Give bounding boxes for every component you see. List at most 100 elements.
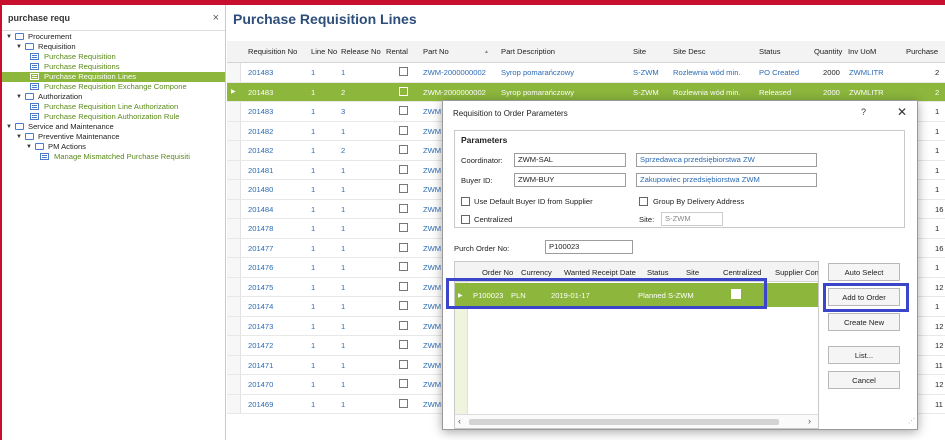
part-description-cell[interactable]: Syrop pomarańczowy	[501, 68, 574, 77]
part-no-cell[interactable]: ZWM	[423, 224, 441, 233]
line-no-cell[interactable]: 1	[311, 380, 315, 389]
requisition-no-cell[interactable]: 201472	[248, 341, 273, 350]
cancel-button[interactable]: Cancel	[828, 371, 900, 389]
requisition-no-cell[interactable]: 201470	[248, 380, 273, 389]
part-no-cell[interactable]: ZWM-2000000002	[423, 68, 486, 77]
rental-checkbox[interactable]	[399, 301, 408, 310]
rental-checkbox[interactable]	[399, 223, 408, 232]
requisition-no-cell[interactable]: 201475	[248, 283, 273, 292]
status-cell[interactable]: PO Created	[759, 68, 799, 77]
expand-arrow-icon[interactable]: ▼	[6, 122, 12, 132]
rental-checkbox[interactable]	[399, 106, 408, 115]
orders-column-centralized[interactable]: Centralized	[723, 268, 761, 277]
part-no-cell[interactable]: ZWM	[423, 380, 441, 389]
inv-uom-cell[interactable]: ZWMLITR	[849, 88, 884, 97]
part-no-cell[interactable]: ZWM	[423, 263, 441, 272]
release-no-cell[interactable]: 1	[341, 263, 345, 272]
scroll-thumb[interactable]	[469, 419, 779, 425]
release-no-cell[interactable]: 1	[341, 380, 345, 389]
release-no-cell[interactable]: 1	[341, 361, 345, 370]
column-header-quantity[interactable]: Quantity	[814, 47, 842, 56]
column-header-release-no[interactable]: Release No	[341, 47, 381, 56]
close-icon[interactable]: ✕	[897, 105, 907, 119]
requisition-no-cell[interactable]: 201483	[248, 107, 273, 116]
rental-checkbox[interactable]	[399, 320, 408, 330]
rental-checkbox[interactable]	[399, 184, 408, 193]
requisition-no-cell[interactable]: 201482	[248, 146, 273, 155]
tree-node[interactable]: ▼ Service and Maintenance	[2, 122, 225, 132]
site-cell[interactable]: S-ZWM	[633, 88, 659, 97]
sort-ascending-icon[interactable]: ▲	[484, 49, 489, 55]
release-no-cell[interactable]: 1	[341, 205, 345, 214]
tree-node[interactable]: ▼ Preventive Maintenance	[2, 132, 225, 142]
release-no-cell[interactable]: 3	[341, 107, 345, 116]
rental-checkbox[interactable]	[399, 164, 408, 174]
orders-column-site[interactable]: Site	[686, 268, 699, 277]
part-no-cell[interactable]: ZWM	[423, 127, 441, 136]
line-no-cell[interactable]: 1	[311, 263, 315, 272]
orders-column-supplier-contact[interactable]: Supplier Contac	[775, 268, 818, 277]
centralized-checkbox[interactable]	[461, 215, 470, 224]
line-no-cell[interactable]: 1	[311, 88, 315, 97]
tree-node[interactable]: Purchase Requisition Authorization Rule	[2, 112, 225, 122]
tree-node[interactable]: Manage Mismatched Purchase Requisiti	[2, 152, 225, 162]
navigator-search-query[interactable]: purchase requ	[8, 13, 213, 23]
buyer-description-field[interactable]: Zakupowiec przedsiębiorstwa ZWM	[636, 173, 817, 187]
orders-column-currency[interactable]: Currency	[521, 268, 552, 277]
rental-checkbox[interactable]	[399, 379, 408, 388]
line-no-cell[interactable]: 1	[311, 244, 315, 253]
column-header-rental[interactable]: Rental	[386, 47, 408, 56]
release-no-cell[interactable]: 1	[341, 185, 345, 194]
part-no-cell[interactable]: ZWM	[423, 244, 441, 253]
part-no-cell[interactable]: ZWM	[423, 205, 441, 214]
release-no-cell[interactable]: 1	[341, 341, 345, 350]
column-header-requisition-no[interactable]: Requisition No	[248, 47, 297, 56]
expand-arrow-icon[interactable]: ▼	[26, 142, 32, 152]
release-no-cell[interactable]: 1	[341, 68, 345, 77]
column-header-purchase[interactable]: Purchase	[906, 47, 938, 56]
line-no-cell[interactable]: 1	[311, 283, 315, 292]
release-no-cell[interactable]: 1	[341, 400, 345, 409]
group-by-delivery-checkbox[interactable]	[639, 197, 648, 206]
line-no-cell[interactable]: 1	[311, 185, 315, 194]
line-no-cell[interactable]: 1	[311, 107, 315, 116]
purch-order-field[interactable]: P100023	[545, 240, 633, 254]
rental-checkbox[interactable]	[399, 203, 408, 213]
column-header-part-description[interactable]: Part Description	[501, 47, 555, 56]
expand-arrow-icon[interactable]: ▼	[6, 32, 12, 42]
rental-checkbox[interactable]	[399, 359, 408, 369]
column-header-part-no[interactable]: Part No	[423, 47, 449, 56]
part-no-cell[interactable]: ZWM	[423, 166, 441, 175]
rental-checkbox[interactable]	[399, 340, 408, 349]
requisition-no-cell[interactable]: 201478	[248, 224, 273, 233]
column-header-inv-uom[interactable]: Inv UoM	[848, 47, 876, 56]
expand-arrow-icon[interactable]: ▼	[16, 42, 22, 52]
release-no-cell[interactable]: 1	[341, 283, 345, 292]
column-header-status[interactable]: Status	[759, 47, 781, 56]
rental-checkbox[interactable]	[399, 242, 408, 252]
part-no-cell[interactable]: ZWM	[423, 322, 441, 331]
part-no-cell[interactable]: ZWM	[423, 185, 441, 194]
requisition-no-cell[interactable]: 201469	[248, 400, 273, 409]
release-no-cell[interactable]: 1	[341, 302, 345, 311]
table-row[interactable]: 201483 1 1 ZWM-2000000002 Syrop pomarańczowy…	[227, 63, 945, 83]
tree-node[interactable]: Purchase Requisition Lines	[2, 72, 225, 82]
site-desc-cell[interactable]: Rozlewnia wód min.	[673, 68, 741, 77]
part-no-cell[interactable]: ZWM	[423, 302, 441, 311]
release-no-cell[interactable]: 1	[341, 166, 345, 175]
orders-column-wanted-receipt-date[interactable]: Wanted Receipt Date	[564, 268, 636, 277]
scroll-right-icon[interactable]: ›	[808, 416, 811, 426]
requisition-no-cell[interactable]: 201474	[248, 302, 273, 311]
part-no-cell[interactable]: ZWM	[423, 361, 441, 370]
list-button[interactable]: List...	[828, 346, 900, 364]
part-no-cell[interactable]: ZWM	[423, 283, 441, 292]
requisition-no-cell[interactable]: 201477	[248, 244, 273, 253]
tree-node[interactable]: Purchase Requisitions	[2, 62, 225, 72]
line-no-cell[interactable]: 1	[311, 166, 315, 175]
create-new-button[interactable]: Create New	[828, 313, 900, 331]
use-default-buyer-checkbox[interactable]	[461, 197, 470, 206]
tree-node[interactable]: Purchase Requisition	[2, 52, 225, 62]
requisition-no-cell[interactable]: 201476	[248, 263, 273, 272]
coordinator-field[interactable]: ZWM-SAL	[514, 153, 626, 167]
rental-checkbox[interactable]	[399, 398, 408, 408]
